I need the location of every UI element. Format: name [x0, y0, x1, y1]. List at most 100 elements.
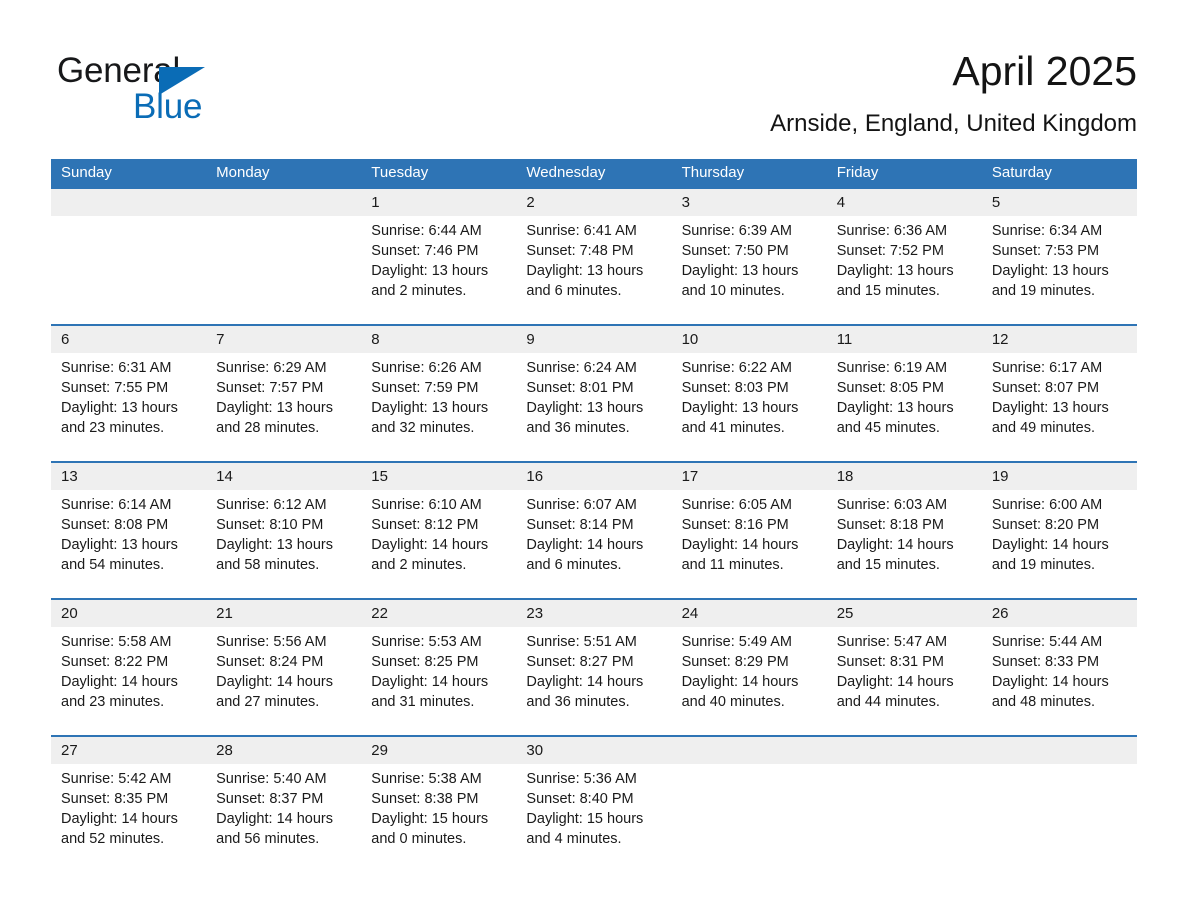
- sunrise-line: Sunrise: 6:19 AM: [836, 360, 948, 376]
- sunrise-line: Sunrise: 5:40 AM: [216, 771, 327, 787]
- sunset-line: Sunset: 8:38 PM: [371, 791, 479, 807]
- day-cell[interactable]: Sunrise: 6:17 AM Sunset: 8:07 PM Dayligh…: [982, 353, 1137, 461]
- week-date-number-band: 20 21 22 23 24 25 26: [51, 600, 1137, 627]
- day-cell[interactable]: [982, 764, 1137, 872]
- day-cell[interactable]: Sunrise: 5:42 AM Sunset: 8:35 PM Dayligh…: [51, 764, 206, 872]
- daylight-line: Daylight: 13 hours: [836, 400, 954, 416]
- week-date-number-band: 13 14 15 16 17 18 19: [51, 463, 1137, 490]
- day-number[interactable]: 4: [827, 189, 982, 216]
- day-cell[interactable]: Sunrise: 5:53 AM Sunset: 8:25 PM Dayligh…: [361, 627, 516, 735]
- day-cell[interactable]: Sunrise: 6:05 AM Sunset: 8:16 PM Dayligh…: [672, 490, 827, 598]
- day-number[interactable]: [982, 737, 1137, 764]
- day-number[interactable]: [206, 189, 361, 216]
- day-cell[interactable]: Sunrise: 6:31 AM Sunset: 7:55 PM Dayligh…: [51, 353, 206, 461]
- day-number[interactable]: 18: [827, 463, 982, 490]
- sunrise-line: Sunrise: 6:00 AM: [991, 497, 1103, 513]
- day-number[interactable]: 7: [206, 326, 361, 353]
- day-cell[interactable]: [827, 764, 982, 872]
- day-cell[interactable]: Sunrise: 6:22 AM Sunset: 8:03 PM Dayligh…: [672, 353, 827, 461]
- day-number[interactable]: [672, 737, 827, 764]
- week-detail-band: Sunrise: 5:42 AM Sunset: 8:35 PM Dayligh…: [51, 764, 1137, 872]
- daylight-line: Daylight: 14 hours: [371, 674, 489, 690]
- day-cell[interactable]: Sunrise: 6:44 AM Sunset: 7:46 PM Dayligh…: [361, 216, 516, 324]
- sunset-line: Sunset: 8:35 PM: [61, 791, 169, 807]
- day-cell[interactable]: Sunrise: 5:47 AM Sunset: 8:31 PM Dayligh…: [827, 627, 982, 735]
- day-cell[interactable]: Sunrise: 6:39 AM Sunset: 7:50 PM Dayligh…: [672, 216, 827, 324]
- sunset-line: Sunset: 8:14 PM: [526, 517, 634, 533]
- day-cell[interactable]: Sunrise: 6:29 AM Sunset: 7:57 PM Dayligh…: [206, 353, 361, 461]
- day-cell[interactable]: [672, 764, 827, 872]
- sunset-line: Sunset: 8:05 PM: [836, 380, 944, 396]
- day-cell[interactable]: Sunrise: 6:12 AM Sunset: 8:10 PM Dayligh…: [206, 490, 361, 598]
- day-cell[interactable]: Sunrise: 5:58 AM Sunset: 8:22 PM Dayligh…: [51, 627, 206, 735]
- day-cell[interactable]: [206, 216, 361, 324]
- day-cell[interactable]: Sunrise: 5:38 AM Sunset: 8:38 PM Dayligh…: [361, 764, 516, 872]
- daylight-line: Daylight: 14 hours: [836, 537, 954, 553]
- day-cell[interactable]: Sunrise: 6:07 AM Sunset: 8:14 PM Dayligh…: [516, 490, 671, 598]
- day-cell[interactable]: Sunrise: 5:49 AM Sunset: 8:29 PM Dayligh…: [672, 627, 827, 735]
- day-number[interactable]: 24: [672, 600, 827, 627]
- day-number[interactable]: 23: [516, 600, 671, 627]
- day-number[interactable]: 21: [206, 600, 361, 627]
- page-subtitle-location: Arnside, England, United Kingdom: [770, 110, 1137, 137]
- day-number[interactable]: 27: [51, 737, 206, 764]
- day-number[interactable]: 14: [206, 463, 361, 490]
- sunset-line: Sunset: 8:33 PM: [991, 654, 1100, 670]
- day-cell[interactable]: Sunrise: 6:00 AM Sunset: 8:20 PM Dayligh…: [982, 490, 1137, 598]
- day-number[interactable]: 8: [361, 326, 516, 353]
- day-cell[interactable]: Sunrise: 5:36 AM Sunset: 8:40 PM Dayligh…: [516, 764, 671, 872]
- sunset-line: Sunset: 7:59 PM: [371, 380, 479, 396]
- day-number[interactable]: 13: [51, 463, 206, 490]
- daylight-line: Daylight: 14 hours: [991, 674, 1109, 690]
- day-cell[interactable]: Sunrise: 5:51 AM Sunset: 8:27 PM Dayligh…: [516, 627, 671, 735]
- day-cell[interactable]: [51, 216, 206, 324]
- day-number[interactable]: [51, 189, 206, 216]
- day-number[interactable]: 9: [516, 326, 671, 353]
- daylight-line: Daylight: 13 hours: [681, 263, 799, 279]
- day-number[interactable]: 10: [672, 326, 827, 353]
- day-number[interactable]: [827, 737, 982, 764]
- daylight-line: Daylight: 13 hours: [991, 400, 1109, 416]
- day-cell[interactable]: Sunrise: 6:26 AM Sunset: 7:59 PM Dayligh…: [361, 353, 516, 461]
- day-number[interactable]: 1: [361, 189, 516, 216]
- day-number[interactable]: 19: [982, 463, 1137, 490]
- day-cell[interactable]: Sunrise: 6:03 AM Sunset: 8:18 PM Dayligh…: [827, 490, 982, 598]
- day-number[interactable]: 3: [672, 189, 827, 216]
- day-cell[interactable]: Sunrise: 5:44 AM Sunset: 8:33 PM Dayligh…: [982, 627, 1137, 735]
- day-number[interactable]: 17: [672, 463, 827, 490]
- day-number[interactable]: 16: [516, 463, 671, 490]
- day-number[interactable]: 15: [361, 463, 516, 490]
- daylight-line-cont: and 45 minutes.: [836, 420, 940, 436]
- day-cell[interactable]: Sunrise: 6:10 AM Sunset: 8:12 PM Dayligh…: [361, 490, 516, 598]
- generalblue-logo[interactable]: General Blue: [57, 52, 357, 142]
- sunrise-line: Sunrise: 5:47 AM: [836, 634, 948, 650]
- day-number[interactable]: 5: [982, 189, 1137, 216]
- day-number[interactable]: 12: [982, 326, 1137, 353]
- sunrise-line: Sunrise: 5:42 AM: [61, 771, 172, 787]
- day-cell[interactable]: Sunrise: 6:34 AM Sunset: 7:53 PM Dayligh…: [982, 216, 1137, 324]
- daylight-line: Daylight: 13 hours: [371, 263, 489, 279]
- day-cell[interactable]: Sunrise: 6:24 AM Sunset: 8:01 PM Dayligh…: [516, 353, 671, 461]
- day-number[interactable]: 26: [982, 600, 1137, 627]
- day-number[interactable]: 30: [516, 737, 671, 764]
- day-number[interactable]: 20: [51, 600, 206, 627]
- day-cell[interactable]: Sunrise: 6:19 AM Sunset: 8:05 PM Dayligh…: [827, 353, 982, 461]
- day-number[interactable]: 2: [516, 189, 671, 216]
- day-number[interactable]: 25: [827, 600, 982, 627]
- day-number[interactable]: 28: [206, 737, 361, 764]
- day-number[interactable]: 29: [361, 737, 516, 764]
- day-cell[interactable]: Sunrise: 5:40 AM Sunset: 8:37 PM Dayligh…: [206, 764, 361, 872]
- day-cell[interactable]: Sunrise: 5:56 AM Sunset: 8:24 PM Dayligh…: [206, 627, 361, 735]
- sunset-line: Sunset: 8:29 PM: [681, 654, 789, 670]
- day-cell[interactable]: Sunrise: 6:41 AM Sunset: 7:48 PM Dayligh…: [516, 216, 671, 324]
- day-cell[interactable]: Sunrise: 6:36 AM Sunset: 7:52 PM Dayligh…: [827, 216, 982, 324]
- day-number[interactable]: 11: [827, 326, 982, 353]
- daylight-line-cont: and 2 minutes.: [371, 283, 467, 299]
- sunset-line: Sunset: 7:53 PM: [991, 243, 1100, 259]
- daylight-line: Daylight: 14 hours: [991, 537, 1109, 553]
- day-cell[interactable]: Sunrise: 6:14 AM Sunset: 8:08 PM Dayligh…: [51, 490, 206, 598]
- daylight-line: Daylight: 13 hours: [526, 263, 644, 279]
- day-number[interactable]: 22: [361, 600, 516, 627]
- daylight-line: Daylight: 14 hours: [216, 811, 334, 827]
- day-number[interactable]: 6: [51, 326, 206, 353]
